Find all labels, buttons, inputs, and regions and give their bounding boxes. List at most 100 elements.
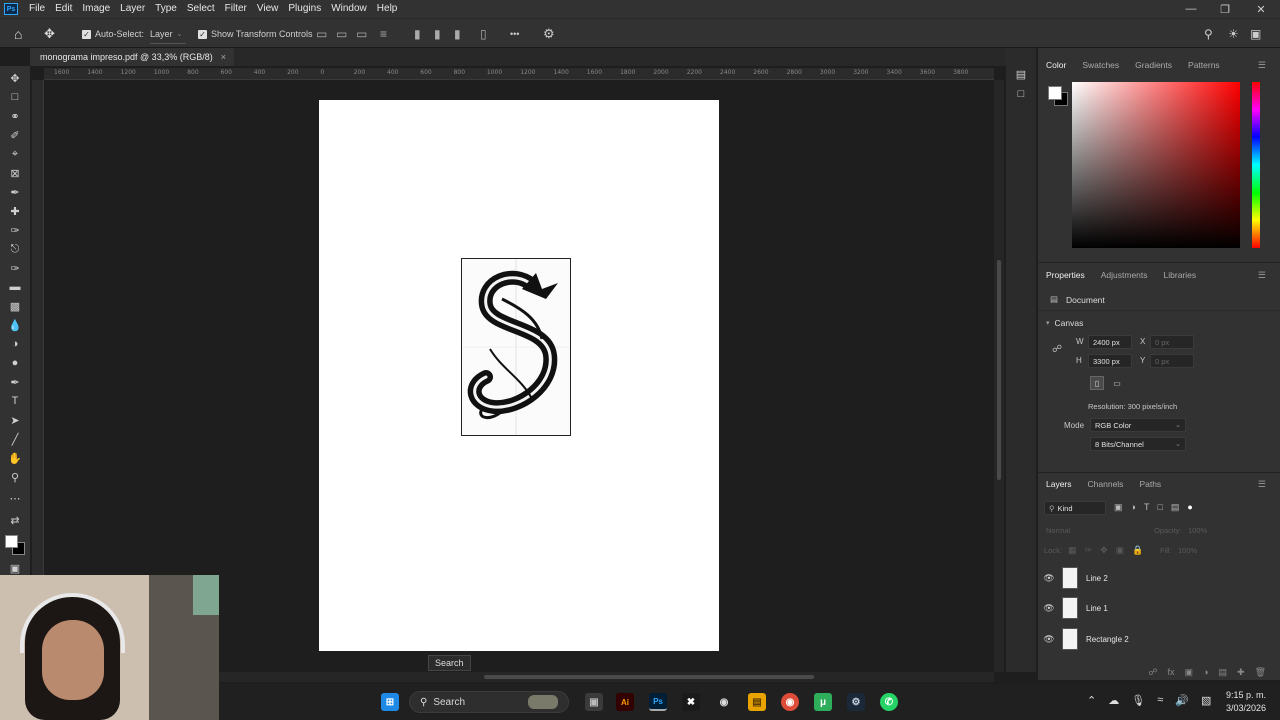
blur-tool-icon[interactable]: 💧 — [7, 317, 23, 333]
tab-patterns[interactable]: Patterns — [1180, 60, 1228, 70]
type-filter-icon[interactable]: T — [1144, 502, 1150, 513]
menu-filter[interactable]: Filter — [220, 0, 252, 18]
adjustment-layer-icon[interactable]: ◑ — [1203, 667, 1208, 677]
height-field[interactable]: 3300 px — [1088, 354, 1132, 368]
workspace-icon[interactable]: ▣ — [1250, 19, 1261, 49]
scroll-thumb[interactable] — [484, 675, 814, 679]
battery-icon[interactable]: ▧ — [1201, 694, 1211, 707]
document-tab[interactable]: monograma impreso.pdf @ 33,3% (RGB/8) × — [30, 48, 234, 66]
menu-edit[interactable]: Edit — [50, 0, 77, 18]
illustrator-icon[interactable]: Ai — [616, 693, 634, 711]
adjustment-filter-icon[interactable]: ◑ — [1131, 502, 1136, 513]
add-mask-icon[interactable]: ▣ — [1185, 667, 1194, 678]
microphone-icon[interactable]: 🎙 — [1131, 694, 1145, 707]
auto-select-target-dropdown[interactable]: Layer ⌄ — [150, 24, 186, 44]
shape-filter-icon[interactable]: □ — [1157, 502, 1162, 513]
tab-paths[interactable]: Paths — [1131, 479, 1169, 489]
vertical-scrollbar[interactable] — [994, 80, 1004, 672]
link-layers-icon[interactable]: ☍ — [1148, 667, 1157, 678]
scroll-thumb[interactable] — [997, 260, 1001, 480]
tab-libraries[interactable]: Libraries — [1156, 270, 1205, 280]
menu-image[interactable]: Image — [77, 0, 115, 18]
menu-layer[interactable]: Layer — [115, 0, 150, 18]
trash-icon[interactable]: 🗑 — [1255, 667, 1266, 678]
obs-icon[interactable]: ◉ — [715, 693, 733, 711]
home-icon[interactable]: ⌂ — [14, 19, 22, 49]
fill-value[interactable]: 100% — [1178, 546, 1197, 555]
line-tool-icon[interactable]: ╱ — [7, 431, 23, 447]
foreground-color-swatch[interactable] — [5, 535, 18, 548]
smart-object-filter-icon[interactable]: ▤ — [1171, 502, 1180, 513]
portrait-orientation-icon[interactable]: ▯ — [1090, 376, 1104, 390]
y-field[interactable]: 0 px — [1150, 354, 1194, 368]
windows-start-icon[interactable]: ⊞ — [381, 693, 399, 711]
search-icon[interactable]: ⚲ — [1204, 19, 1213, 49]
distribute-icon[interactable]: ≡ — [380, 19, 387, 49]
eyedropper-tool-icon[interactable]: ✒ — [7, 184, 23, 200]
steam-icon[interactable]: ⚙ — [847, 693, 865, 711]
cloud-icon[interactable]: ☁ — [1108, 694, 1119, 707]
panel-menu-icon[interactable]: ☰ — [1250, 270, 1274, 281]
history-brush-icon[interactable]: ✑ — [7, 260, 23, 276]
brightness-icon[interactable]: ☀ — [1228, 19, 1239, 49]
mode-dropdown[interactable]: RGB Color ⌄ — [1090, 418, 1186, 432]
auto-select-checkbox[interactable]: ✓ Auto-Select: — [82, 19, 144, 49]
tab-channels[interactable]: Channels — [1080, 479, 1132, 489]
new-layer-icon[interactable]: ✚ — [1237, 667, 1245, 678]
panel-menu-icon[interactable]: ☰ — [1250, 479, 1274, 490]
whatsapp-icon[interactable]: ✆ — [880, 693, 898, 711]
lock-position-icon[interactable]: ✥ — [1100, 545, 1108, 556]
minimize-icon[interactable]: — — [1174, 0, 1208, 18]
lock-artboard-icon[interactable]: ▣ — [1116, 545, 1125, 556]
align-bottom-icon[interactable]: ▮ — [454, 19, 461, 49]
monogram-artwork[interactable] — [461, 258, 571, 436]
eye-icon[interactable]: 👁 — [1038, 573, 1060, 584]
crop-tool-icon[interactable]: ⌖ — [7, 146, 23, 162]
chrome-icon[interactable]: ◉ — [781, 693, 799, 711]
tab-adjustments[interactable]: Adjustments — [1093, 270, 1156, 280]
close-icon[interactable]: ✕ — [1244, 0, 1278, 18]
width-field[interactable]: 2400 px — [1088, 335, 1132, 349]
landscape-orientation-icon[interactable]: ▭ — [1110, 376, 1124, 390]
zoom-tool-icon[interactable]: ⚲ — [7, 469, 23, 485]
close-tab-icon[interactable]: × — [221, 52, 226, 62]
align-middle-icon[interactable]: ▮ — [434, 19, 441, 49]
photoshop-taskbar-icon[interactable]: Ps — [649, 693, 667, 711]
swap-colors-icon[interactable]: ⇄ — [7, 512, 23, 528]
pixel-filter-icon[interactable]: ▣ — [1114, 502, 1123, 513]
color-picker-field[interactable] — [1072, 82, 1240, 248]
canvas-section-header[interactable]: ▾ Canvas — [1046, 318, 1083, 328]
lock-pixels-icon[interactable]: ✑ — [1085, 545, 1093, 556]
comments-panel-icon[interactable]: □ — [1013, 86, 1029, 102]
marquee-tool-icon[interactable]: □ — [7, 89, 23, 105]
wifi-icon[interactable]: ≈ — [1157, 694, 1163, 707]
align-left-icon[interactable]: ▭ — [316, 19, 327, 49]
blend-mode-dropdown[interactable]: Normal — [1046, 526, 1070, 535]
move-tool-icon[interactable]: ✥ — [44, 19, 55, 49]
move-tool-icon[interactable]: ✥ — [7, 70, 23, 86]
capcut-icon[interactable]: ✖ — [682, 693, 700, 711]
menu-plugins[interactable]: Plugins — [283, 0, 326, 18]
pen-tool-icon[interactable]: ✒ — [7, 374, 23, 390]
more-tools-icon[interactable]: ⋯ — [7, 490, 23, 506]
lock-transparency-icon[interactable]: ▦ — [1068, 545, 1077, 556]
dodge-tool-icon[interactable]: ◑ — [7, 336, 23, 352]
quick-select-tool-icon[interactable]: ✐ — [7, 127, 23, 143]
link-dimensions-icon[interactable]: ☍ — [1052, 344, 1062, 355]
history-panel-icon[interactable]: ▤ — [1013, 66, 1029, 82]
menu-file[interactable]: File — [24, 0, 50, 18]
eye-icon[interactable]: 👁 — [1038, 603, 1060, 614]
layer-row[interactable]: 👁 Line 1 — [1038, 594, 1268, 622]
clone-stamp-icon[interactable]: ⎋ — [7, 241, 23, 257]
gradient-tool-icon[interactable]: ▩ — [7, 298, 23, 314]
taskbar-clock[interactable]: 9:15 p. m. 3/03/2026 — [1226, 689, 1266, 715]
tab-layers[interactable]: Layers — [1038, 479, 1080, 489]
lock-all-icon[interactable]: 🔒 — [1132, 545, 1143, 556]
frame-tool-icon[interactable]: ⊠ — [7, 165, 23, 181]
align-top-icon[interactable]: ▮ — [414, 19, 421, 49]
eye-icon[interactable]: 👁 — [1038, 634, 1060, 645]
brush-tool-icon[interactable]: ✑ — [7, 222, 23, 238]
opacity-value[interactable]: 100% — [1188, 526, 1207, 535]
new-group-icon[interactable]: ▤ — [1219, 667, 1228, 678]
eraser-tool-icon[interactable]: ▬ — [7, 279, 23, 295]
